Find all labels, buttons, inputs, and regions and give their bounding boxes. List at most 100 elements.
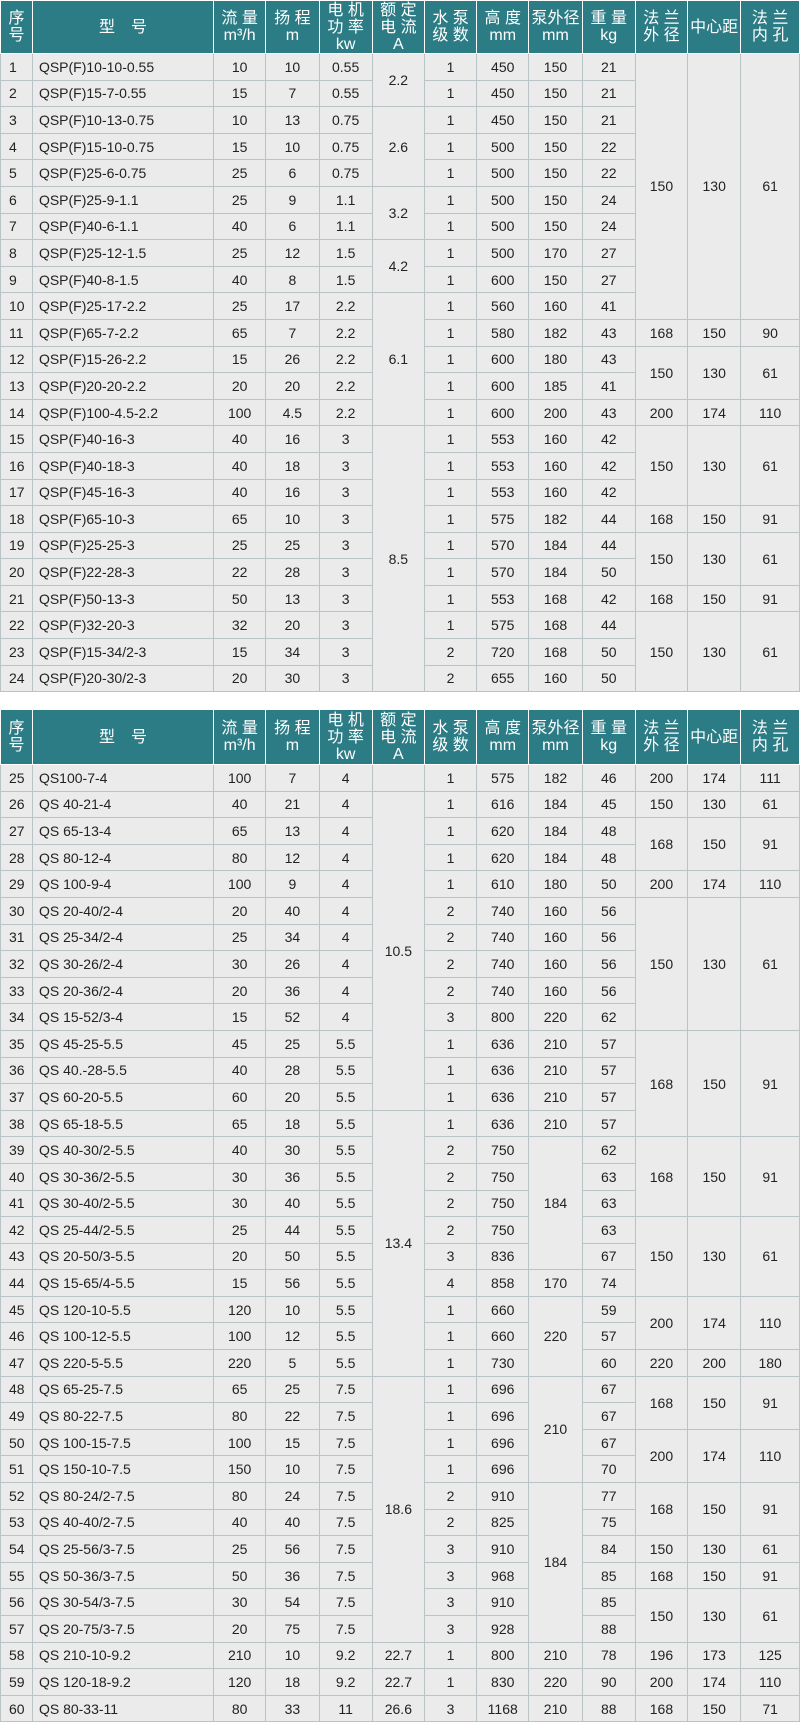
cell-head: 10 — [265, 1455, 320, 1484]
cell-power: 7.5 — [318, 1402, 373, 1430]
header-current: 额 定电 流A — [371, 0, 425, 54]
cell-stages: 1 — [423, 870, 478, 898]
cell-head: 75 — [265, 1615, 320, 1643]
cell-height: 636 — [476, 1029, 530, 1058]
cell-no: 60 — [0, 1694, 33, 1722]
cell-no: 32 — [0, 950, 33, 978]
cell-weight: 41 — [581, 292, 636, 320]
cell-flow: 15 — [213, 1269, 267, 1297]
cell-flange-id: 91 — [740, 1136, 800, 1218]
cell-power: 5.5 — [318, 1295, 373, 1324]
cell-center-distance: 150 — [687, 817, 742, 872]
cell-weight: 21 — [581, 79, 636, 108]
cell-height: 750 — [476, 1189, 530, 1218]
cell-height: 600 — [476, 372, 530, 400]
header-label: 功 率 — [327, 18, 364, 36]
cell-no: 12 — [0, 345, 33, 374]
cell-height: 575 — [476, 505, 530, 533]
table-body: 25 QS100-7-4 100 7 4 1 575 182 46 200 174 111 26 QS 4… — [0, 764, 800, 1722]
cell-diameter: 184 — [528, 558, 583, 586]
cell-flow: 20 — [213, 976, 267, 1005]
cell-weight: 50 — [581, 558, 636, 586]
header-head: 扬 程m — [265, 0, 320, 54]
cell-flange-id: 91 — [740, 1029, 800, 1138]
table-body: 1 QSP(F)10-10-0.55 10 10 0.55 2.2 1 450 150 21 150… — [0, 52, 800, 693]
cell-no: 54 — [0, 1535, 33, 1563]
cell-no: 24 — [0, 664, 33, 693]
cell-height: 560 — [476, 292, 530, 320]
header-row: 序号型 号流 量 m³/h 扬 程m电 机功 率 kw 额 定电 流A水 泵级 数高 度… — [0, 709, 800, 765]
header-label: 号 — [8, 737, 25, 754]
cell-power: 5.5 — [318, 1322, 373, 1351]
cell-head: 13 — [265, 817, 320, 845]
cell-flange-id: 61 — [740, 896, 800, 1031]
cell-diameter: 220 — [528, 1295, 583, 1377]
header-label: 扬 程 — [274, 720, 311, 737]
header-model: 型 号 — [31, 0, 215, 54]
cell-stages: 1 — [423, 292, 478, 320]
cell-head: 25 — [265, 1029, 320, 1058]
cell-model: QSP(F)25-6-0.75 — [31, 159, 215, 187]
cell-no: 2 — [0, 79, 33, 108]
cell-model: QSP(F)22-28-3 — [31, 558, 215, 586]
cell-power: 3 — [318, 584, 373, 613]
header-flow: 流 量 m³/h — [213, 0, 267, 54]
cell-stages: 1 — [423, 159, 478, 187]
cell-current: 10.5 — [371, 790, 425, 1111]
cell-no: 25 — [0, 764, 33, 792]
cell-height: 570 — [476, 558, 530, 586]
cell-power: 3 — [318, 451, 373, 480]
cell-no: 28 — [0, 843, 33, 872]
cell-current — [371, 764, 425, 792]
cell-stages: 1 — [423, 212, 478, 241]
cell-no: 39 — [0, 1136, 33, 1164]
cell-height: 660 — [476, 1322, 530, 1351]
cell-flow: 45 — [213, 1029, 267, 1058]
header-diameter: 泵外径 mm — [528, 0, 583, 54]
cell-no: 44 — [0, 1269, 33, 1297]
header-head: 扬 程m — [265, 709, 320, 765]
cell-diameter: 185 — [528, 372, 583, 400]
cell-model: QS 80-22-7.5 — [31, 1402, 215, 1430]
cell-stages: 1 — [423, 239, 478, 267]
cell-model: QSP(F)50-13-3 — [31, 584, 215, 613]
cell-power: 5.5 — [318, 1242, 373, 1271]
cell-no: 49 — [0, 1402, 33, 1430]
header-label: 流 量 — [221, 10, 258, 27]
cell-weight: 27 — [581, 265, 636, 294]
cell-power: 0.75 — [318, 106, 373, 134]
header-label: 电 机 — [327, 711, 364, 729]
cell-head: 33 — [265, 1694, 320, 1722]
cell-flow: 15 — [213, 1003, 267, 1031]
cell-height: 696 — [476, 1375, 530, 1404]
cell-power: 3 — [318, 505, 373, 533]
header-label: 重 量 — [590, 720, 627, 737]
cell-no: 34 — [0, 1003, 33, 1031]
cell-center-distance: 150 — [687, 1136, 742, 1218]
cell-height: 636 — [476, 1109, 530, 1138]
cell-head: 10 — [265, 1641, 320, 1670]
cell-model: QSP(F)40-18-3 — [31, 451, 215, 480]
header-label: 电 流 — [380, 18, 417, 36]
cell-flange-od: 200 — [634, 1668, 689, 1696]
header-label: 扬 程 — [274, 10, 311, 27]
cell-current: 3.2 — [371, 185, 425, 241]
header-label: A — [393, 35, 404, 53]
cell-weight: 43 — [581, 318, 636, 347]
header-label: 电 流 — [380, 728, 417, 746]
cell-stages: 2 — [423, 976, 478, 1005]
cell-model: QSP(F)32-20-3 — [31, 611, 215, 640]
header-label: 流 量 — [221, 720, 258, 737]
cell-flow: 220 — [213, 1349, 267, 1377]
cell-power: 2.2 — [318, 292, 373, 320]
header-label: 法 兰 — [751, 10, 789, 27]
cell-stages: 1 — [423, 1295, 478, 1324]
header-label: m³/h — [223, 737, 256, 754]
cell-power: 7.5 — [318, 1615, 373, 1643]
cell-no: 33 — [0, 976, 33, 1005]
cell-weight: 42 — [581, 451, 636, 480]
cell-center-distance: 150 — [687, 318, 742, 347]
cell-center-distance: 150 — [687, 1482, 742, 1537]
cell-power: 7.5 — [318, 1428, 373, 1457]
cell-flange-od: 150 — [634, 790, 689, 819]
